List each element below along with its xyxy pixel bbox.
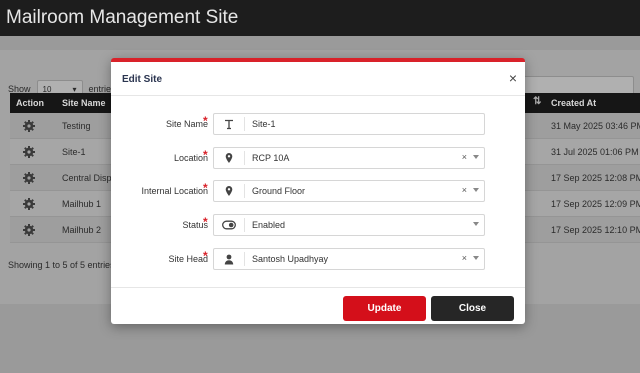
map-pin-icon [214,148,244,168]
toggle-icon [214,215,244,235]
site-name-cell: Central Dispa [62,173,117,183]
clear-icon[interactable]: × [462,185,467,195]
modal-header: Edit Site × [111,62,525,96]
site-name-field[interactable]: Site-1 [213,113,485,135]
site-name-value[interactable]: Site-1 [252,119,276,129]
close-button[interactable]: Close [431,296,514,321]
internal-location-select[interactable]: Ground Floor × [213,180,485,202]
location-select[interactable]: RCP 10A × [213,147,485,169]
chevron-down-icon[interactable] [473,222,479,226]
required-marker: * [203,181,208,195]
form-row-location: Location * RCP 10A × [111,147,525,171]
column-header-created-at[interactable]: Created At [551,98,596,108]
required-marker: * [203,249,208,263]
required-marker: * [203,114,208,128]
table-info: Showing 1 to 5 of 5 entries [8,260,115,270]
site-head-value: Santosh Upadhyay [252,254,329,264]
location-value: RCP 10A [252,153,290,163]
app-title: Mailroom Management Site [6,7,239,28]
gear-icon[interactable] [22,145,36,159]
site-name-cell: Mailhub 2 [62,225,102,235]
status-select[interactable]: Enabled [213,214,485,236]
text-icon [214,114,244,134]
chevron-down-icon[interactable] [473,256,479,260]
modal-title: Edit Site [122,74,163,85]
required-marker: * [203,148,208,162]
clear-icon[interactable]: × [462,253,467,263]
site-name-label: Site Name [165,119,208,129]
chevron-down-icon[interactable] [473,188,479,192]
created-at-cell: 31 Jul 2025 01:06 PM [551,147,639,157]
field-divider [244,218,245,232]
site-name-cell: Testing [62,121,91,131]
gear-icon[interactable] [22,197,36,211]
gear-icon[interactable] [22,223,36,237]
gear-icon[interactable] [22,119,36,133]
required-marker: * [203,215,208,229]
top-bar: Mailroom Management Site [0,0,640,36]
form-row-site-head: Site Head * Santosh Upadhyay × [111,248,525,272]
site-name-cell: Site-1 [62,147,86,157]
form-row-internal-location: Internal Location * Ground Floor × [111,180,525,204]
map-pin-icon [214,181,244,201]
clear-icon[interactable]: × [462,152,467,162]
sort-icon[interactable]: ⇅ [533,96,547,110]
form-row-site-name: Site Name * Site-1 [111,113,525,137]
created-at-cell: 31 May 2025 03:46 PM [551,121,640,131]
site-head-select[interactable]: Santosh Upadhyay × [213,248,485,270]
gear-icon[interactable] [22,171,36,185]
site-name-cell: Mailhub 1 [62,199,102,209]
update-button[interactable]: Update [343,296,426,321]
form-row-status: Status * Enabled [111,214,525,238]
field-divider [244,252,245,266]
close-icon[interactable]: × [509,71,517,85]
created-at-cell: 17 Sep 2025 12:08 PM [551,173,640,183]
edit-site-modal: Edit Site × Site Name * Site-1 Location … [111,58,525,324]
field-divider [244,117,245,131]
internal-location-value: Ground Floor [252,186,306,196]
column-header-site-name[interactable]: Site Name [62,98,106,108]
internal-location-label: Internal Location [141,186,208,196]
field-divider [244,151,245,165]
created-at-cell: 17 Sep 2025 12:09 PM [551,199,640,209]
modal-footer-divider [111,287,525,288]
chevron-down-icon[interactable] [473,155,479,159]
created-at-cell: 17 Sep 2025 12:10 PM [551,225,640,235]
user-icon [214,249,244,269]
column-header-action: Action [16,98,44,108]
status-value: Enabled [252,220,286,230]
field-divider [244,184,245,198]
